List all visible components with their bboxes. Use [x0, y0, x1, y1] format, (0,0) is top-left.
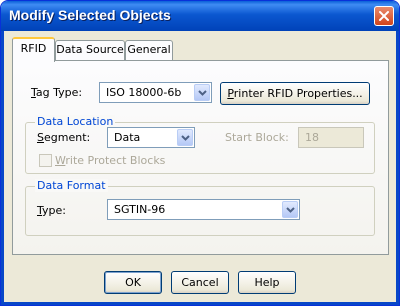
tab-data-source[interactable]: Data Source	[55, 40, 125, 60]
tag-type-select[interactable]: ISO 18000-6b	[99, 82, 212, 103]
chevron-down-icon	[286, 207, 295, 213]
start-block-value: 18	[305, 131, 319, 144]
tag-type-dropdown-button[interactable]	[194, 84, 210, 101]
close-button[interactable]	[374, 6, 394, 26]
rfid-tab-panel: Tag Type: ISO 18000-6b Printer RFID Prop…	[12, 60, 389, 255]
start-block-input[interactable]: 18	[298, 127, 364, 148]
tag-type-label: Tag Type:	[31, 86, 83, 99]
chevron-down-icon	[198, 90, 207, 96]
write-protect-checkbox[interactable]	[39, 154, 52, 167]
type-select[interactable]: SGTIN-96	[107, 199, 300, 220]
segment-select[interactable]: Data	[107, 127, 195, 148]
window-title: Modify Selected Objects	[9, 7, 171, 23]
type-dropdown-button[interactable]	[282, 201, 298, 218]
close-icon	[379, 11, 389, 21]
window-frame-left	[1, 31, 4, 305]
dialog-window: Modify Selected Objects RFID Data Source…	[0, 0, 400, 306]
type-value: SGTIN-96	[114, 203, 166, 216]
chevron-down-icon	[181, 135, 190, 141]
segment-value: Data	[114, 131, 141, 144]
help-button[interactable]: Help	[238, 271, 296, 294]
cancel-button[interactable]: Cancel	[171, 271, 229, 294]
write-protect-label: Write Protect Blocks	[55, 154, 166, 167]
ok-button[interactable]: OK	[104, 271, 162, 294]
segment-label: Segment:	[37, 131, 91, 144]
window-frame-bottom	[1, 302, 399, 305]
data-location-title: Data Location	[35, 115, 116, 128]
tab-rfid-label: RFID	[20, 42, 47, 55]
printer-rfid-properties-button[interactable]: Printer RFID Properties...	[220, 82, 370, 105]
tag-type-value: ISO 18000-6b	[106, 86, 182, 99]
segment-dropdown-button[interactable]	[177, 129, 193, 146]
start-block-label: Start Block:	[225, 131, 289, 144]
tab-general[interactable]: General	[125, 40, 173, 60]
type-label: Type:	[37, 204, 66, 217]
tab-data-source-label: Data Source	[56, 43, 124, 56]
tab-general-label: General	[127, 43, 171, 56]
tab-rfid[interactable]: RFID	[12, 37, 55, 62]
window-frame-right	[396, 31, 399, 305]
title-bar[interactable]: Modify Selected Objects	[1, 1, 399, 31]
data-format-title: Data Format	[35, 179, 108, 192]
